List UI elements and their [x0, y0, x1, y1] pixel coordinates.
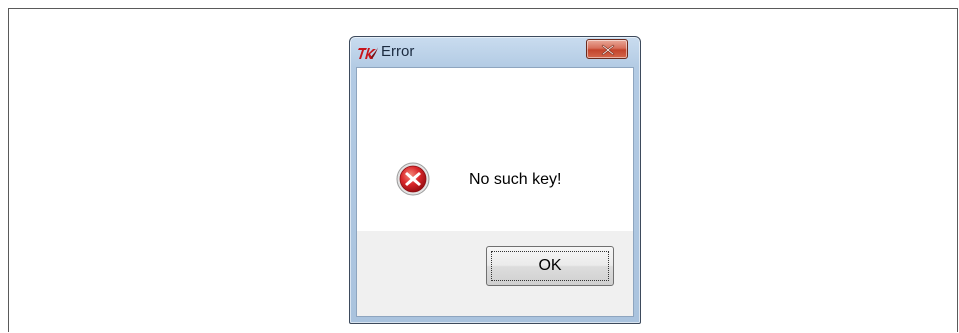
ok-button-label: OK — [538, 257, 562, 274]
error-message: No such key! — [469, 171, 562, 188]
tk-feather-icon — [357, 45, 379, 61]
ok-button[interactable]: OK — [486, 246, 614, 286]
close-icon — [601, 44, 615, 56]
title-bar[interactable]: Error — [350, 37, 640, 67]
screenshot-frame: Error No such key! OK — [8, 8, 958, 332]
dialog-title: Error — [381, 43, 415, 60]
error-icon — [396, 162, 430, 196]
error-dialog: Error No such key! OK — [349, 36, 641, 324]
close-button[interactable] — [586, 39, 628, 59]
